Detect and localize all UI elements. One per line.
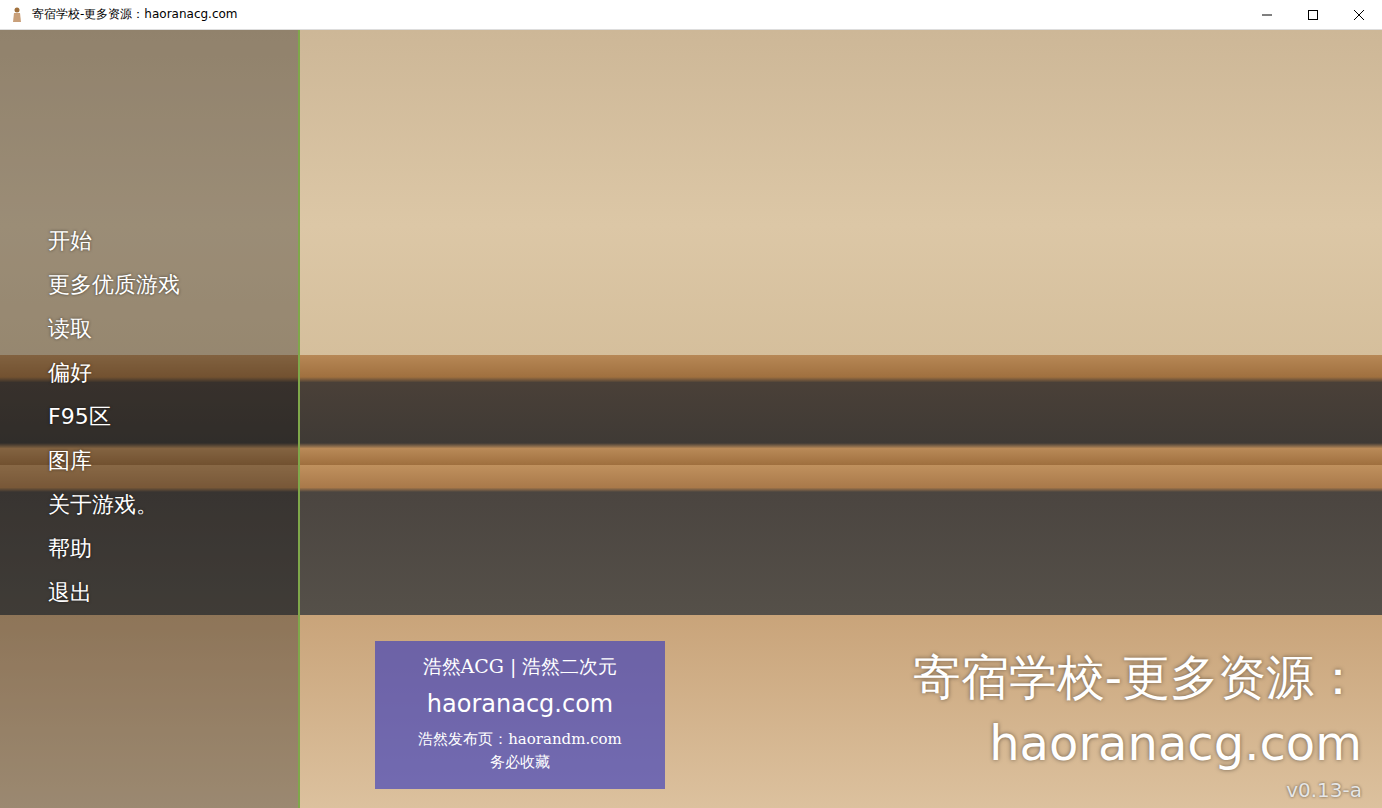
caption: 寄宿学校-更多资源：haoranacg.comv0.13-a	[913, 644, 1362, 804]
caption-line: haoranacg.com	[989, 710, 1362, 776]
menu-item[interactable]: 关于游戏。	[48, 483, 298, 527]
minimize-button[interactable]	[1244, 0, 1290, 29]
maximize-icon	[1308, 10, 1318, 20]
caption-line: 寄宿学校-更多资源：	[913, 644, 1362, 710]
watermark-line: 浩然发布页：haorandm.com	[418, 727, 622, 751]
menu-item[interactable]: 退出	[48, 571, 298, 615]
maximize-button[interactable]	[1290, 0, 1336, 29]
game-window: 寄宿学校-更多资源：haoranacg.com开始更多优质游戏读取偏好F95区图…	[0, 0, 1382, 808]
watermark-line: 浩然ACG | 浩然二次元	[423, 651, 618, 681]
minimize-icon	[1262, 10, 1272, 20]
title-bar: 寄宿学校-更多资源：haoranacg.com	[0, 0, 1382, 30]
watermark-line: haoranacg.com	[427, 681, 613, 727]
menu-item[interactable]: 开始	[48, 219, 298, 263]
window-title: 寄宿学校-更多资源：haoranacg.com	[32, 6, 1244, 23]
close-icon	[1354, 10, 1364, 20]
watermark: 浩然ACG | 浩然二次元haoranacg.com浩然发布页：haorandm…	[375, 641, 665, 789]
menu-item[interactable]: 更多优质游戏	[48, 263, 298, 307]
watermark-line: 务必收藏	[490, 751, 550, 773]
close-button[interactable]	[1336, 0, 1382, 29]
title-screen: 开始更多优质游戏读取偏好F95区图库关于游戏。帮助退出浩然ACG | 浩然二次元…	[0, 30, 1382, 808]
menu-item[interactable]: 帮助	[48, 527, 298, 571]
menu-item[interactable]: 读取	[48, 307, 298, 351]
version-label: v0.13-a	[1286, 776, 1362, 804]
figure-icon	[10, 7, 24, 23]
menu-item[interactable]: F95区	[48, 395, 298, 439]
menu-item[interactable]: 偏好	[48, 351, 298, 395]
menu-item[interactable]: 图库	[48, 439, 298, 483]
main-menu: 开始更多优质游戏读取偏好F95区图库关于游戏。帮助退出	[0, 30, 300, 808]
